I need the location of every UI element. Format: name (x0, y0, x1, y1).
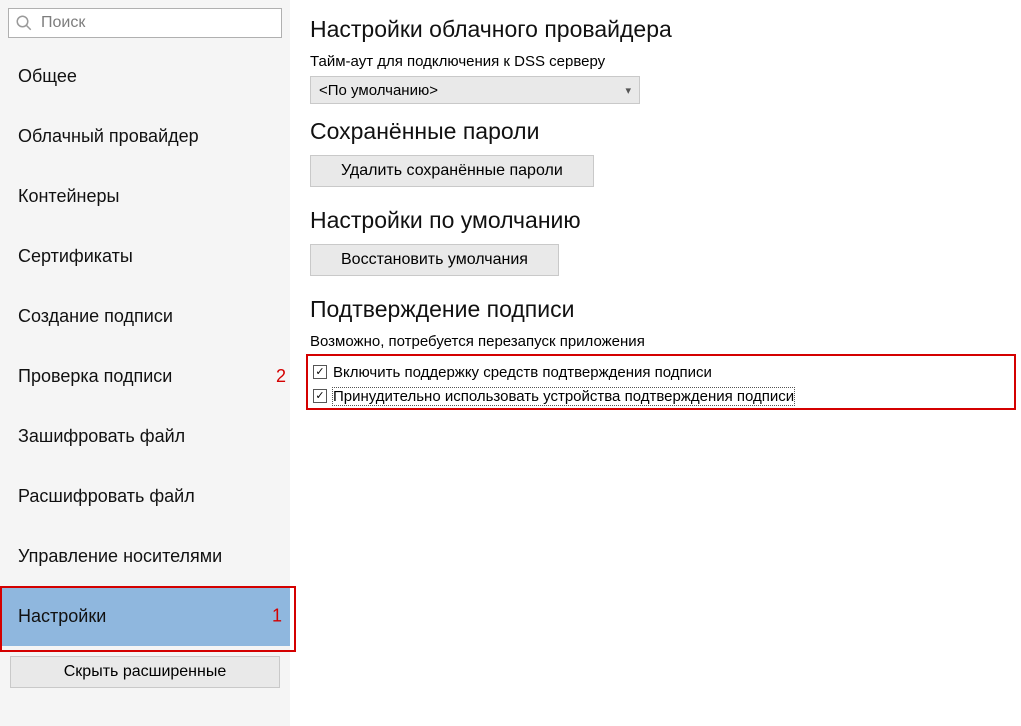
search-icon (15, 14, 33, 32)
nav-item-decrypt-file[interactable]: Расшифровать файл (0, 466, 290, 526)
restore-defaults-button[interactable]: Восстановить умолчания (310, 244, 559, 276)
sidebar: Общее Облачный провайдер Контейнеры Серт… (0, 0, 290, 726)
confirm-hint: Возможно, потребуется перезапуск приложе… (310, 333, 1001, 350)
checkbox-label: Принудительно использовать устройства по… (333, 388, 794, 405)
confirm-options-block: 2 ✓ Включить поддержку средств подтвержд… (310, 356, 1001, 412)
nav-label: Общее (18, 66, 77, 87)
search-input-wrapper[interactable] (8, 8, 282, 38)
nav-label: Зашифровать файл (18, 426, 185, 447)
section-title-confirm: Подтверждение подписи (310, 296, 1001, 323)
main-panel: Настройки облачного провайдера Тайм-аут … (290, 0, 1021, 726)
nav-item-general[interactable]: Общее (0, 46, 290, 106)
checkbox-row-force-device[interactable]: ✓ Принудительно использовать устройства … (310, 384, 1001, 408)
section-title-cloud: Настройки облачного провайдера (310, 16, 1001, 43)
nav-item-containers[interactable]: Контейнеры (0, 166, 290, 226)
nav-label: Создание подписи (18, 306, 173, 327)
annotation-number-1: 1 (272, 606, 282, 627)
checkbox-icon: ✓ (313, 389, 327, 403)
nav-label: Проверка подписи (18, 366, 172, 387)
search-input[interactable] (39, 13, 275, 33)
nav-label: Управление носителями (18, 546, 222, 567)
nav-item-create-signature[interactable]: Создание подписи (0, 286, 290, 346)
checkbox-row-enable-confirm[interactable]: ✓ Включить поддержку средств подтвержден… (310, 360, 1001, 384)
nav-item-certificates[interactable]: Сертификаты (0, 226, 290, 286)
nav-label: Расшифровать файл (18, 486, 195, 507)
delete-passwords-button[interactable]: Удалить сохранённые пароли (310, 155, 594, 187)
nav-item-encrypt-file[interactable]: Зашифровать файл (0, 406, 290, 466)
timeout-value: <По умолчанию> (319, 82, 438, 99)
nav-item-cloud-provider[interactable]: Облачный провайдер (0, 106, 290, 166)
checkbox-label: Включить поддержку средств подтверждения… (333, 364, 712, 381)
section-title-defaults: Настройки по умолчанию (310, 207, 1001, 234)
nav-item-settings[interactable]: Настройки 1 (0, 586, 290, 646)
chevron-down-icon: ▾ (625, 84, 631, 97)
nav-label: Настройки (18, 606, 106, 627)
nav-label: Облачный провайдер (18, 126, 199, 147)
annotation-number-2: 2 (276, 366, 286, 387)
nav-item-verify-signature[interactable]: Проверка подписи (0, 346, 290, 406)
nav-item-media-management[interactable]: Управление носителями (0, 526, 290, 586)
nav-label: Сертификаты (18, 246, 133, 267)
hide-advanced-button[interactable]: Скрыть расширенные (10, 656, 280, 688)
section-title-passwords: Сохранённые пароли (310, 118, 1001, 145)
nav-label: Контейнеры (18, 186, 119, 207)
timeout-label: Тайм-аут для подключения к DSS серверу (310, 53, 1001, 70)
timeout-dropdown[interactable]: <По умолчанию> ▾ (310, 76, 640, 104)
checkbox-icon: ✓ (313, 365, 327, 379)
nav-list: Общее Облачный провайдер Контейнеры Серт… (0, 46, 290, 646)
